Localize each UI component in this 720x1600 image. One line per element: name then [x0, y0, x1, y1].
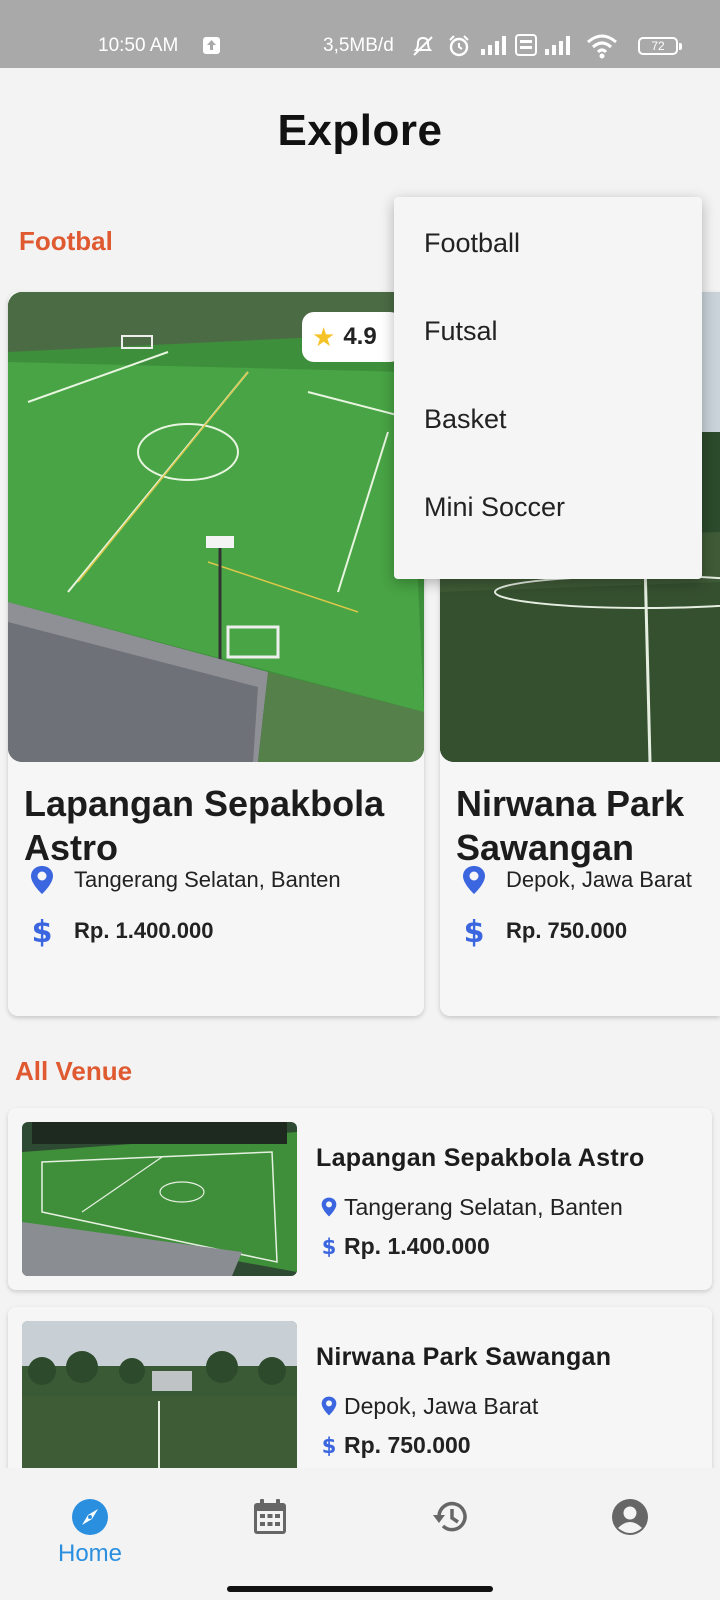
svg-text:$: $: [322, 1434, 336, 1457]
venue-list-item[interactable]: Lapangan Sepakbola Astro Tangerang Selat…: [8, 1108, 712, 1290]
venue-price-row: $ Rp. 1.400.000: [28, 915, 213, 947]
gesture-home-bar[interactable]: [227, 1586, 493, 1592]
venue-price-row: $ Rp. 1.400.000: [320, 1231, 490, 1261]
signal-icon: [480, 33, 510, 62]
alarm-icon: [446, 33, 472, 64]
bottom-navigation: Home: [0, 1468, 720, 1600]
nav-history[interactable]: [390, 1498, 510, 1536]
venue-list-item[interactable]: Nirwana Park Sawangan Depok, Jawa Barat …: [8, 1307, 712, 1489]
location-pin-icon: [320, 1195, 338, 1219]
nav-profile[interactable]: [570, 1498, 690, 1536]
venue-name: Nirwana Park Sawangan: [456, 783, 685, 868]
venue-location: Tangerang Selatan, Banten: [344, 1193, 623, 1220]
venue-location: Depok, Jawa Barat: [344, 1392, 539, 1419]
location-pin-icon: [28, 864, 56, 896]
menu-item-basket[interactable]: Basket: [394, 393, 702, 481]
venue-thumbnail: [22, 1122, 297, 1276]
venue-price-row: $ Rp. 750.000: [460, 915, 627, 947]
venue-location: Depok, Jawa Barat: [506, 867, 692, 892]
venue-price: Rp. 1.400.000: [344, 1232, 490, 1259]
location-pin-icon: [320, 1394, 338, 1418]
venue-location-row: Tangerang Selatan, Banten: [28, 864, 341, 896]
network-speed: 3,5MB/d: [323, 35, 394, 56]
status-bar: 10:50 AM 3,5MB/d 72: [0, 0, 720, 68]
nav-home[interactable]: Home: [30, 1498, 150, 1568]
location-pin-icon: [460, 864, 488, 896]
compass-icon: [30, 1498, 150, 1536]
history-icon: [390, 1498, 510, 1536]
calendar-icon: [210, 1498, 330, 1536]
battery-indicator: 72: [638, 37, 682, 55]
menu-item-mini-soccer[interactable]: Mini Soccer: [394, 481, 702, 569]
dollar-icon: $: [460, 915, 488, 947]
venue-name: Lapangan Sepakbola Astro: [316, 1144, 645, 1172]
venue-location-row: Tangerang Selatan, Banten: [320, 1192, 623, 1222]
dollar-icon: $: [28, 915, 56, 947]
rating-badge: ★ 4.9: [302, 312, 402, 362]
dollar-icon: $: [320, 1234, 338, 1258]
venue-location-row: Depok, Jawa Barat: [460, 864, 692, 896]
featured-venue-card[interactable]: Lapangan Sepakbola Astro Tangerang Selat…: [8, 292, 424, 1016]
page-title: Explore: [277, 106, 443, 155]
venue-price: Rp. 1.400.000: [74, 918, 214, 943]
svg-text:$: $: [32, 915, 52, 947]
status-time: 10:50 AM: [98, 35, 179, 56]
venue-location-row: Depok, Jawa Barat: [320, 1391, 538, 1421]
account-icon: [570, 1498, 690, 1536]
nav-home-label: Home: [57, 1540, 123, 1567]
venue-location: Tangerang Selatan, Banten: [74, 867, 341, 892]
venue-price: Rp. 750.000: [506, 918, 628, 943]
menu-item-football[interactable]: Football: [394, 217, 702, 305]
svg-text:$: $: [464, 915, 484, 947]
category-dropdown-menu: Football Futsal Basket Mini Soccer: [394, 197, 702, 579]
category-section-label[interactable]: Footbal: [19, 226, 113, 257]
star-icon: ★: [312, 321, 336, 352]
venue-price-row: $ Rp. 750.000: [320, 1430, 471, 1460]
upload-notification-icon: [203, 37, 220, 54]
wifi-icon: [586, 33, 618, 64]
venue-photo: [8, 292, 424, 762]
svg-text:$: $: [322, 1235, 336, 1258]
venue-name: Lapangan Sepakbola Astro: [24, 783, 385, 868]
venue-thumbnail: [22, 1321, 297, 1475]
mute-alarm-icon: [410, 33, 436, 64]
menu-item-futsal[interactable]: Futsal: [394, 305, 702, 393]
venue-price: Rp. 750.000: [344, 1431, 471, 1458]
all-venue-section-label: All Venue: [15, 1056, 133, 1086]
venue-name: Nirwana Park Sawangan: [316, 1343, 612, 1371]
signal-2-icon: [544, 33, 574, 62]
nav-booking[interactable]: [210, 1498, 330, 1536]
volte-icon: [514, 33, 538, 62]
rating-value: 4.9: [343, 323, 377, 350]
dollar-icon: $: [320, 1433, 338, 1457]
